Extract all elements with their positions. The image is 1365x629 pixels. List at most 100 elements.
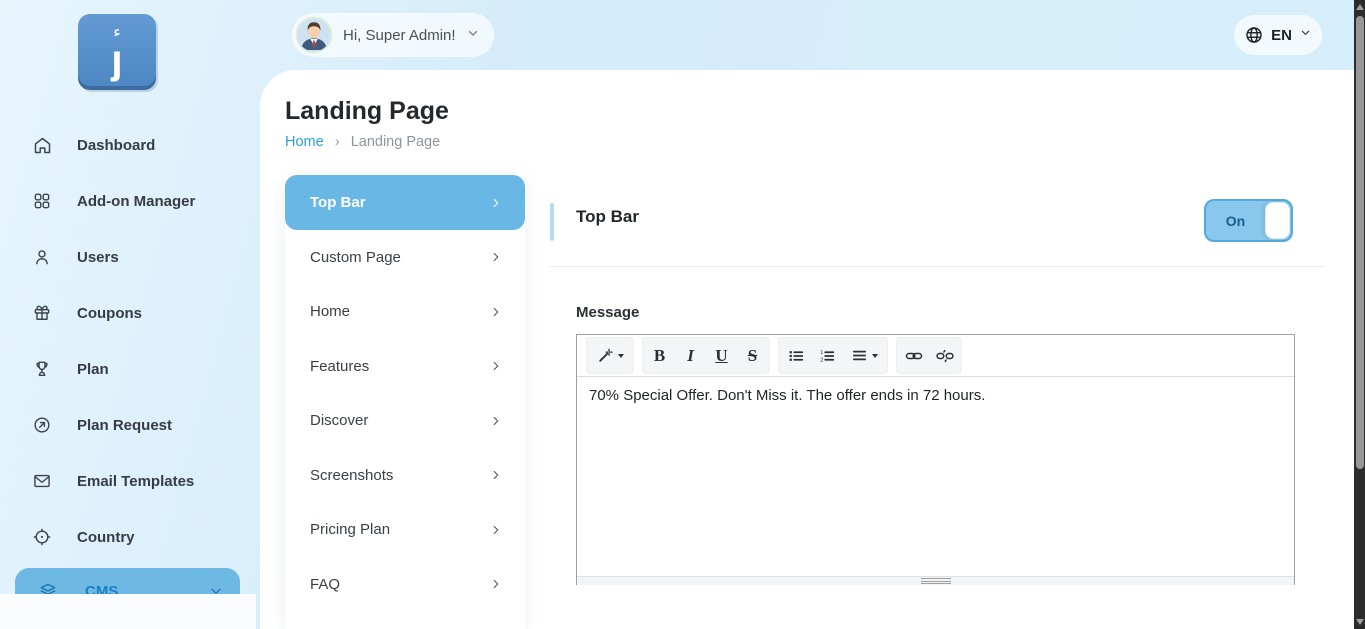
avatar (295, 16, 333, 54)
link-group (896, 337, 962, 374)
sidebar-item-dashboard[interactable]: Dashboard (0, 125, 255, 165)
toggle-state-label: On (1226, 213, 1245, 229)
sidebar-item-label: Country (77, 529, 135, 546)
resize-grip-icon (921, 578, 951, 584)
sidebar-item-label: Plan (77, 361, 109, 378)
menu-item-label: Home (310, 303, 350, 320)
menu-item-label: Pricing Plan (310, 521, 390, 538)
scrollbar-up-arrow[interactable] (1354, 0, 1365, 14)
chevron-right-icon (489, 250, 503, 264)
underline-button[interactable]: U (706, 339, 737, 372)
svg-text:1: 1 (820, 349, 823, 355)
top-bar-toggle[interactable]: On (1204, 199, 1293, 242)
breadcrumb-separator: › (335, 133, 340, 150)
bullet-list-icon (787, 347, 805, 365)
menu-item-custom-page[interactable]: Custom Page (285, 230, 525, 285)
menu-item-top-bar[interactable]: Top Bar (285, 175, 525, 230)
sidebar-item-label: Plan Request (77, 417, 172, 434)
menu-item-discover[interactable]: Discover (285, 394, 525, 449)
section-menu: Top Bar Custom Page Home Features Discov… (285, 175, 525, 629)
chevron-down-icon (466, 26, 480, 45)
sidebar-item-addon-manager[interactable]: Add-on Manager (0, 181, 255, 221)
chevron-down-icon (1299, 26, 1312, 44)
sidebar-item-email-templates[interactable]: Email Templates (0, 461, 255, 501)
home-icon (31, 134, 53, 156)
paragraph-group: 12 (778, 337, 888, 374)
target-icon (31, 526, 53, 548)
sidebar-item-label: Users (77, 249, 119, 266)
caret-down-icon (618, 354, 624, 358)
panel-title: Top Bar (576, 207, 639, 227)
menu-item-screenshots[interactable]: Screenshots (285, 448, 525, 503)
message-label: Message (576, 304, 639, 321)
rich-text-editor: B I U S 12 (576, 334, 1295, 585)
editor-resize-handle[interactable] (577, 576, 1294, 585)
chevron-right-icon (489, 414, 503, 428)
chevron-right-icon (489, 359, 503, 373)
ordered-list-button[interactable]: 12 (811, 339, 842, 372)
chevron-right-icon (489, 523, 503, 537)
unlink-icon (935, 346, 955, 366)
menu-item-label: Discover (310, 412, 368, 429)
menu-item-label: FAQ (310, 576, 340, 593)
svg-text:2: 2 (820, 357, 823, 363)
sidebar-bottom-fade (0, 594, 256, 629)
gift-icon (31, 302, 53, 324)
sidebar-item-label: Add-on Manager (77, 193, 195, 210)
unlink-button[interactable] (929, 339, 960, 372)
align-icon (851, 347, 868, 364)
breadcrumb: Home › Landing Page (285, 133, 440, 150)
font-style-group: B I U S (642, 337, 770, 374)
sidebar-item-plan-request[interactable]: Plan Request (0, 405, 255, 445)
bold-button[interactable]: B (644, 339, 675, 372)
chevron-right-icon (489, 577, 503, 591)
caret-down-icon (872, 354, 878, 358)
paragraph-align-button[interactable] (842, 339, 886, 372)
scrollbar-thumb[interactable] (1356, 16, 1364, 469)
envelope-icon (31, 470, 53, 492)
link-button[interactable] (898, 339, 929, 372)
panel-divider (550, 266, 1325, 267)
grid-icon (31, 190, 53, 212)
user-menu[interactable]: Hi, Super Admin! (292, 13, 494, 57)
panel-accent-bar (550, 203, 554, 241)
page-title: Landing Page (285, 97, 449, 126)
trophy-icon (31, 358, 53, 380)
menu-item-label: Top Bar (310, 194, 366, 211)
magic-style-button[interactable] (588, 339, 632, 372)
sidebar: ء ȷ Dashboard Add-on Manager Users (0, 0, 255, 629)
language-selector[interactable]: EN (1234, 15, 1322, 55)
sidebar-item-country[interactable]: Country (0, 517, 255, 557)
scrollbar-down-arrow[interactable] (1354, 615, 1365, 629)
app-logo[interactable]: ء ȷ (78, 14, 156, 90)
style-group (586, 337, 634, 374)
logo-glyph: ȷ (111, 39, 122, 79)
magic-wand-icon (597, 347, 614, 364)
menu-item-faq[interactable]: FAQ (285, 557, 525, 612)
chevron-right-icon (489, 468, 503, 482)
menu-item-label: Screenshots (310, 467, 393, 484)
italic-button[interactable]: I (675, 339, 706, 372)
arrow-up-right-circle-icon (31, 414, 53, 436)
page-scrollbar[interactable] (1354, 0, 1365, 629)
link-icon (904, 346, 924, 366)
chevron-right-icon (489, 305, 503, 319)
menu-item-features[interactable]: Features (285, 339, 525, 394)
menu-item-label: Features (310, 358, 369, 375)
unordered-list-button[interactable] (780, 339, 811, 372)
strikethrough-button[interactable]: S (737, 339, 768, 372)
editor-content[interactable]: 70% Special Offer. Don't Miss it. The of… (577, 377, 1294, 576)
screen: ء ȷ Dashboard Add-on Manager Users (0, 0, 1365, 629)
user-icon (31, 246, 53, 268)
sidebar-item-users[interactable]: Users (0, 237, 255, 277)
numbered-list-icon: 12 (818, 347, 836, 365)
sidebar-item-label: Dashboard (77, 137, 155, 154)
menu-item-pricing-plan[interactable]: Pricing Plan (285, 503, 525, 558)
menu-item-home[interactable]: Home (285, 285, 525, 340)
toggle-knob (1265, 202, 1290, 239)
sidebar-item-plan[interactable]: Plan (0, 349, 255, 389)
chevron-right-icon (489, 196, 503, 210)
breadcrumb-home-link[interactable]: Home (285, 134, 324, 150)
sidebar-item-coupons[interactable]: Coupons (0, 293, 255, 333)
greeting-text: Hi, Super Admin! (343, 27, 456, 44)
